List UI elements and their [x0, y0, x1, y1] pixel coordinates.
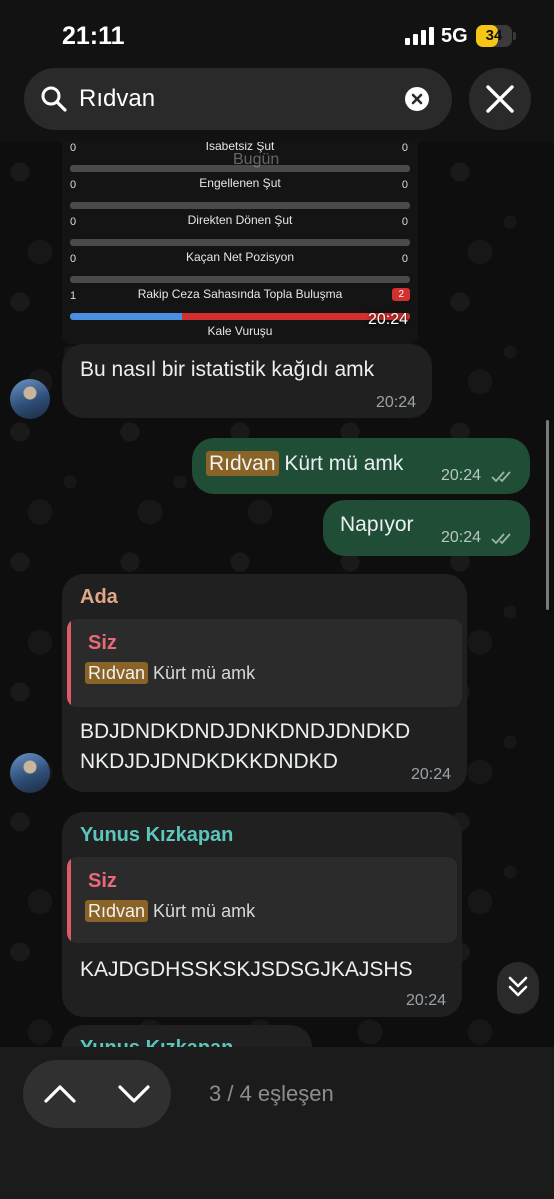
match-navigation: [23, 1060, 171, 1128]
read-receipt-icon: [491, 533, 511, 545]
search-input[interactable]: Rıdvan: [79, 68, 155, 130]
chat-area[interactable]: 0 İsabetsiz Şut 0 0 Engellenen Şut 0 0 D…: [0, 142, 554, 1047]
reply-quote[interactable]: Siz Rıdvan Kürt mü amk: [67, 619, 462, 707]
incoming-message[interactable]: Yunus Kızkapan Siz Rıdvan Kürt mü amk KA…: [62, 812, 462, 1017]
stat-bar-home: [70, 313, 183, 320]
chevron-down-icon: [118, 1085, 150, 1103]
search-box[interactable]: Rıdvan: [24, 68, 452, 130]
outgoing-message[interactable]: Rıdvan Kürt mü amk 20:24: [192, 438, 530, 494]
signal-icon: [405, 27, 435, 45]
stat-row: 0 Engellenen Şut 0: [70, 176, 410, 214]
stat-row: 0 Kaçan Net Pozisyon 0: [70, 250, 410, 288]
image-message[interactable]: 0 İsabetsiz Şut 0 0 Engellenen Şut 0 0 D…: [62, 142, 418, 344]
double-chevron-down-icon: [508, 976, 528, 997]
previous-match-button[interactable]: [23, 1060, 97, 1128]
avatar[interactable]: [10, 753, 50, 793]
stat-row: 0 Direkten Dönen Şut 0: [70, 213, 410, 251]
stat-badge: 2: [392, 288, 410, 301]
date-label: Bugün: [233, 151, 280, 168]
search-header: Rıdvan: [0, 62, 554, 142]
scrollbar[interactable]: [546, 420, 549, 610]
incoming-message[interactable]: Bu nasıl bir istatistik kağıdı amk 20:24: [62, 344, 432, 418]
search-highlight: Rıdvan: [85, 900, 149, 922]
next-match-button[interactable]: [97, 1060, 171, 1128]
message-time: 20:24: [367, 311, 408, 328]
sender-name: Yunus Kızkapan: [80, 824, 234, 846]
network-label: 5G: [441, 25, 468, 47]
search-navigation-bar: 3 / 4 eşleşen: [0, 1047, 554, 1199]
stat-row: 1 Rakip Ceza Sahasında Topla Buluşma 2: [70, 287, 410, 325]
search-highlight: Rıdvan: [206, 451, 279, 476]
read-receipt-icon: [491, 471, 511, 483]
match-count: 3 / 4 eşleşen: [209, 1081, 334, 1106]
battery-icon: 34: [476, 25, 512, 47]
avatar[interactable]: [10, 379, 50, 419]
close-search-button[interactable]: [469, 68, 531, 130]
outgoing-message[interactable]: Napıyor 20:24: [323, 500, 530, 556]
sender-name: Ada: [80, 586, 118, 608]
clear-search-icon[interactable]: [405, 87, 429, 111]
sender-name: Yunus Kızkapan: [80, 1037, 233, 1047]
search-highlight: Rıdvan: [85, 662, 149, 684]
incoming-message[interactable]: Yunus Kızkapan: [62, 1025, 312, 1047]
battery-percent: 34: [485, 27, 503, 44]
stat-row: Kale Vuruşu: [207, 324, 273, 338]
search-icon: [41, 86, 67, 112]
close-icon: [486, 85, 514, 113]
incoming-message[interactable]: Ada Siz Rıdvan Kürt mü amk BDJDNDKDNDJDN…: [62, 574, 467, 792]
status-bar: 21:11 5G 34: [0, 0, 554, 62]
status-time: 21:11: [62, 22, 125, 50]
chevron-up-icon: [44, 1085, 76, 1103]
reply-quote[interactable]: Siz Rıdvan Kürt mü amk: [67, 857, 457, 943]
scroll-to-bottom-button[interactable]: [497, 962, 539, 1014]
